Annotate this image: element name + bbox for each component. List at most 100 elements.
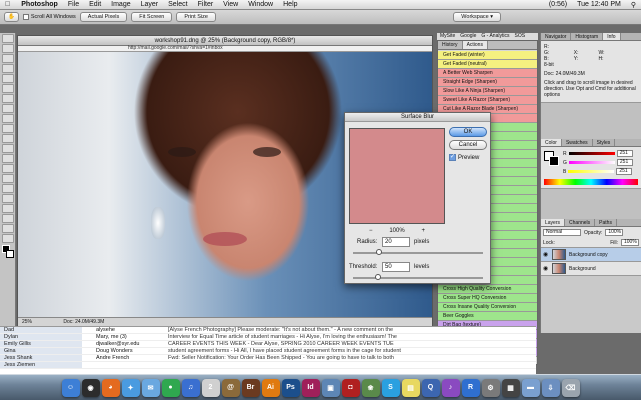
mail-row[interactable]: Dylan Mary, me (3) Interview for Equal Tim…	[0, 334, 536, 341]
tab-layers[interactable]: Layers	[541, 219, 566, 226]
app-menu[interactable]: Photoshop	[15, 1, 63, 8]
threshold-field[interactable]: 50	[382, 262, 410, 272]
mail-folder[interactable]: Jess Shank	[0, 355, 82, 361]
print-size-button[interactable]: Print Size	[176, 12, 216, 22]
mail-icon[interactable]: ✉	[141, 378, 160, 397]
illustrator-icon[interactable]: Ai	[261, 378, 280, 397]
itunes-alt-icon[interactable]: ♪	[441, 378, 460, 397]
menu-edit[interactable]: Edit	[84, 1, 106, 8]
layer-row-background-copy[interactable]: ◉ Background copy	[541, 248, 641, 262]
eye-icon[interactable]: ◉	[543, 266, 549, 272]
dialog-title[interactable]: Surface Blur	[345, 113, 490, 122]
action-item[interactable]: Get Faded (winter)	[438, 51, 537, 60]
bridge-icon[interactable]: Br	[241, 378, 260, 397]
finder-icon[interactable]: ☺	[61, 378, 80, 397]
blend-mode-select[interactable]: Normal	[543, 229, 581, 236]
hand-tool-icon[interactable]: ✋	[4, 12, 19, 22]
marquee-tool-icon[interactable]	[2, 44, 14, 53]
notes-tool-icon[interactable]	[2, 214, 14, 223]
crop-tool-icon[interactable]	[2, 74, 14, 83]
action-item[interactable]: Straight Edge (Sharpen)	[438, 78, 537, 87]
apple-icon[interactable]: 	[0, 1, 15, 8]
settings-icon[interactable]: ⚙	[481, 378, 500, 397]
menu-view[interactable]: View	[218, 1, 243, 8]
lasso-tool-icon[interactable]	[2, 54, 14, 63]
action-item[interactable]: Slow Like A Ninja (Sharpen)	[438, 87, 537, 96]
radius-slider-knob[interactable]	[376, 249, 382, 255]
bookmark-mysite[interactable]: MySite	[440, 33, 455, 40]
threshold-slider[interactable]	[353, 277, 483, 279]
menu-select[interactable]: Select	[163, 1, 192, 8]
menu-filter[interactable]: Filter	[193, 1, 219, 8]
background-swatch[interactable]	[549, 156, 559, 166]
reeder-icon[interactable]: R	[461, 378, 480, 397]
threshold-slider-knob[interactable]	[375, 274, 382, 280]
mail-folder[interactable]: Emily Gillis	[0, 341, 82, 347]
eyedropper-tool-icon[interactable]	[2, 84, 14, 93]
preview-checkbox[interactable]: ✓ Preview	[449, 154, 479, 161]
color-r-field[interactable]: 251	[616, 150, 633, 157]
actual-pixels-button[interactable]: Actual Pixels	[79, 12, 128, 22]
mail-folder[interactable]: Dylan	[0, 334, 82, 340]
color-spectrum[interactable]	[544, 179, 638, 185]
photoshop-icon[interactable]: Ps	[281, 378, 300, 397]
dodge-tool-icon[interactable]	[2, 164, 14, 173]
mail-row[interactable]: Jess Ziemen	[0, 362, 536, 369]
path-select-tool-icon[interactable]	[2, 194, 14, 203]
addressbook-icon[interactable]: @	[221, 378, 240, 397]
url-bar[interactable]: http://mail.google.com/mail/?shva=1#inbo…	[128, 45, 223, 51]
mail-row[interactable]: Gina Doug Wonders student agreement forms …	[0, 348, 536, 355]
brush-tool-icon[interactable]	[2, 104, 14, 113]
tab-navigator[interactable]: Navigator	[541, 33, 572, 40]
preview-icon[interactable]: ▣	[321, 378, 340, 397]
tab-paths[interactable]: Paths	[595, 219, 617, 226]
action-item[interactable]: Beer Goggles	[438, 312, 537, 321]
dashboard-icon[interactable]: ◉	[81, 378, 100, 397]
zoom-tool-icon[interactable]	[2, 234, 14, 243]
safari-icon[interactable]: ✦	[121, 378, 140, 397]
zoom-level[interactable]: 25%	[22, 319, 32, 325]
fill-field[interactable]: 100%	[621, 239, 639, 246]
pen-tool-icon[interactable]	[2, 174, 14, 183]
folder-icon[interactable]: ▬	[521, 378, 540, 397]
shape-tool-icon[interactable]	[2, 204, 14, 213]
mail-folder[interactable]: Dad	[0, 327, 82, 333]
action-item[interactable]: Get Faded (neutral)	[438, 60, 537, 69]
tab-actions[interactable]: Actions	[462, 41, 488, 49]
mail-folder[interactable]: Jess Ziemen	[0, 362, 82, 368]
radius-slider[interactable]	[353, 252, 483, 254]
battery-status[interactable]: (0:56)	[544, 1, 572, 8]
action-item[interactable]: Cross High Quality Conversion	[438, 285, 537, 294]
move-tool-icon[interactable]	[2, 34, 14, 43]
action-item[interactable]: Cross Super HQ Conversion	[438, 294, 537, 303]
gradient-tool-icon[interactable]	[2, 144, 14, 153]
bookmark-analytics[interactable]: G - Analytics	[481, 33, 509, 40]
calendar-icon[interactable]: 2	[201, 378, 220, 397]
magic-wand-tool-icon[interactable]	[2, 64, 14, 73]
bookmark-google[interactable]: Google	[460, 33, 476, 40]
zoom-in-button[interactable]: +	[421, 228, 425, 234]
downloads-icon[interactable]: ⇩	[541, 378, 560, 397]
tab-histogram[interactable]: Histogram	[571, 33, 604, 40]
ichat-icon[interactable]: ●	[161, 378, 180, 397]
opacity-field[interactable]: 100%	[605, 229, 624, 236]
eye-icon[interactable]: ◉	[543, 252, 549, 258]
expose-icon[interactable]: ▦	[501, 378, 520, 397]
indesign-icon[interactable]: Id	[301, 378, 320, 397]
menu-file[interactable]: File	[63, 1, 84, 8]
bookmark-sos[interactable]: SOS	[514, 33, 525, 40]
action-item[interactable]: Sweet Like A Razor (Sharpen)	[438, 96, 537, 105]
skype-icon[interactable]: S	[381, 378, 400, 397]
iphoto-icon[interactable]: ❀	[361, 378, 380, 397]
tab-styles[interactable]: Styles	[593, 139, 616, 146]
mail-row[interactable]: Emily Gillis djwalker@syr.edu CAREER EVENT…	[0, 341, 536, 348]
eraser-tool-icon[interactable]	[2, 134, 14, 143]
action-item[interactable]: A Better Web Sharpen	[438, 69, 537, 78]
mail-row[interactable]: Jess Shank Andre French Fwd: Seller Notifi…	[0, 355, 536, 362]
photobooth-icon[interactable]: ◘	[341, 378, 360, 397]
healing-tool-icon[interactable]	[2, 94, 14, 103]
action-item[interactable]: Cross Insane Quality Conversion	[438, 303, 537, 312]
quicktime-icon[interactable]: Q	[421, 378, 440, 397]
tab-swatches[interactable]: Swatches	[562, 139, 593, 146]
tab-history[interactable]: History	[438, 41, 463, 49]
